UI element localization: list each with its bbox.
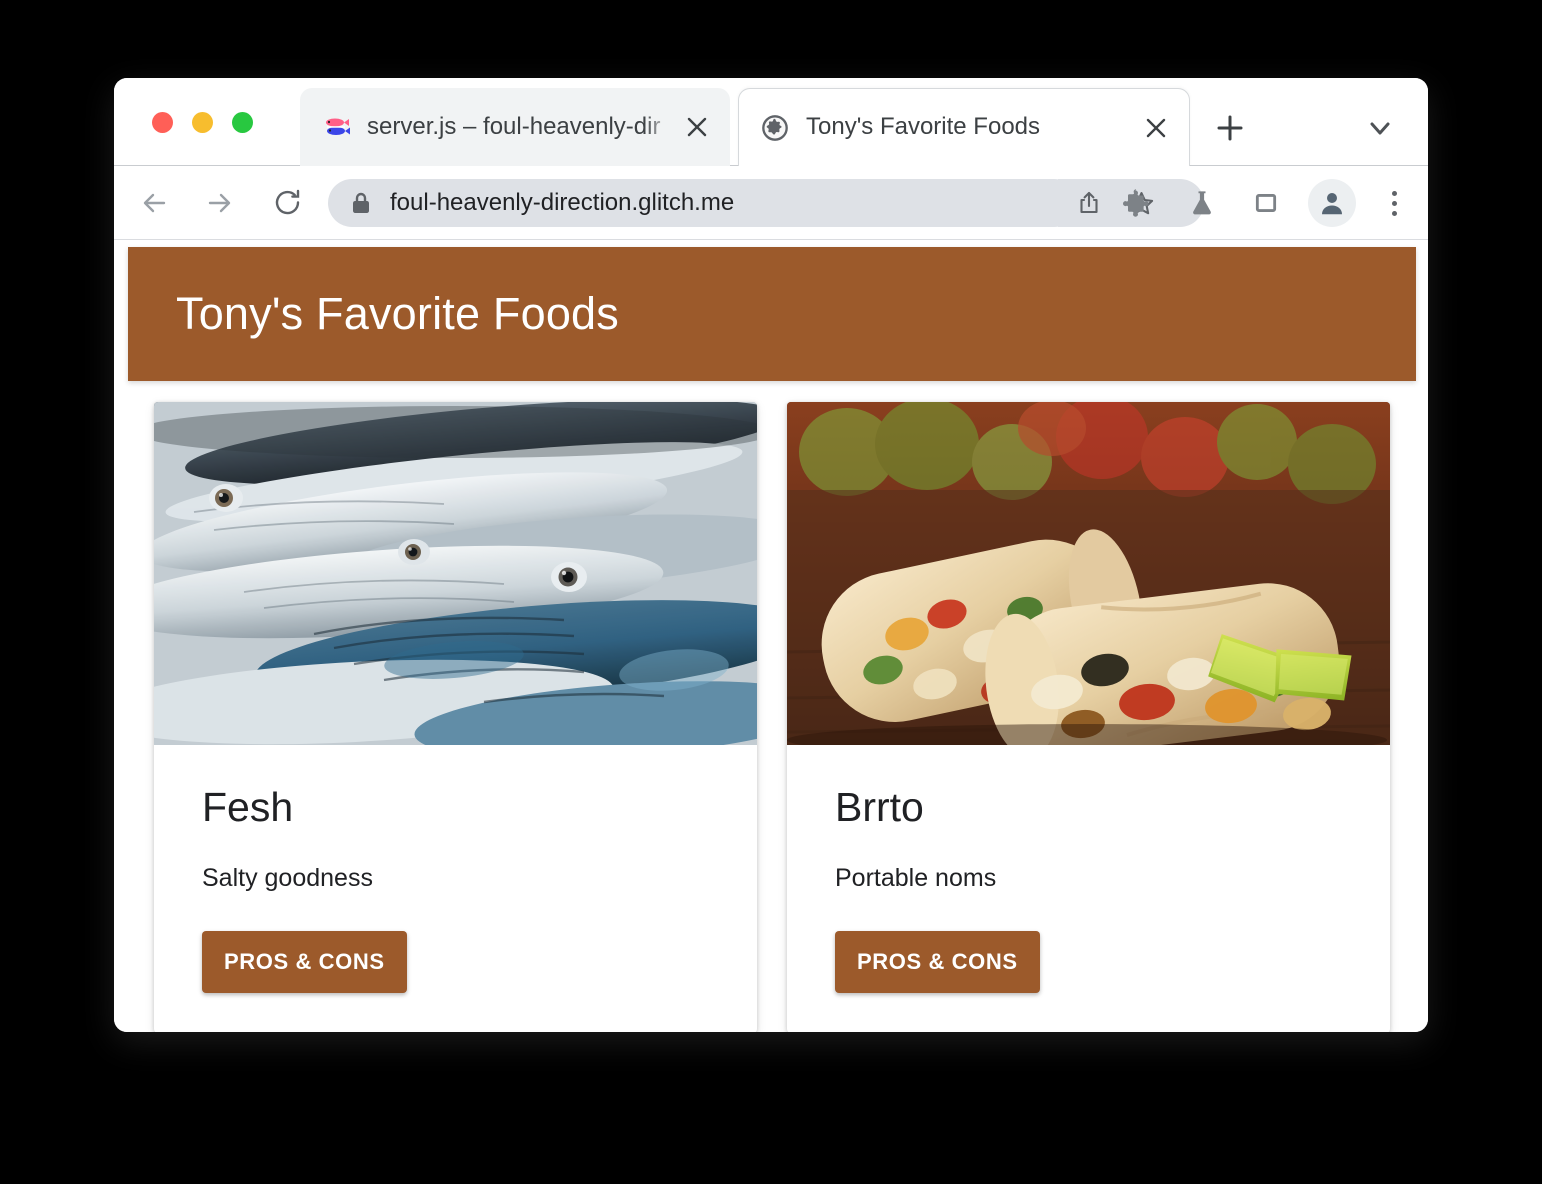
carp-streamer-icon bbox=[322, 113, 350, 141]
card-subtitle: Salty goodness bbox=[202, 864, 373, 893]
menu-dot bbox=[1391, 200, 1397, 206]
card-title: Brrto bbox=[835, 784, 924, 830]
browser-window: server.js – foul-heavenly-dir Tony's Fav… bbox=[114, 78, 1428, 1032]
pros-and-cons-button[interactable]: PROS & CONS bbox=[202, 931, 407, 994]
card-text-block: Fesh Salty goodness bbox=[154, 745, 757, 893]
new-tab-button[interactable] bbox=[1206, 104, 1254, 152]
food-card-grid: Fesh Salty goodness PROS & CONS Brrto Po… bbox=[154, 402, 1394, 1032]
site-header-banner: Tony's Favorite Foods bbox=[128, 247, 1416, 381]
tab-title: Tony's Favorite Foods bbox=[806, 113, 1041, 141]
tab-title: server.js – foul-heavenly-dir bbox=[367, 112, 661, 140]
toolbar-right-group bbox=[1116, 179, 1412, 227]
burrito-with-lime-photo bbox=[787, 402, 1390, 745]
url-text: foul-heavenly-direction.glitch.me bbox=[390, 189, 735, 216]
tab-tonys-favorite-foods[interactable]: Tony's Favorite Foods bbox=[738, 88, 1190, 166]
close-tab-button[interactable] bbox=[1131, 103, 1181, 153]
browser-toolbar: foul-heavenly-direction.glitch.me bbox=[114, 166, 1428, 240]
lock-icon bbox=[350, 191, 372, 215]
globe-icon bbox=[761, 114, 789, 142]
card-actions: PROS & CONS bbox=[154, 893, 757, 1032]
window-traffic-lights bbox=[152, 112, 253, 133]
fresh-mackerel-fish-photo bbox=[154, 402, 757, 745]
card-text-block: Brrto Portable noms bbox=[787, 745, 1390, 893]
minimize-window-button[interactable] bbox=[192, 112, 213, 133]
card-actions: PROS & CONS bbox=[787, 893, 1390, 1032]
puzzle-piece-icon[interactable] bbox=[1116, 181, 1160, 225]
pros-and-cons-button[interactable]: PROS & CONS bbox=[835, 931, 1040, 994]
food-card: Brrto Portable noms PROS & CONS bbox=[787, 402, 1390, 1032]
menu-dot bbox=[1391, 190, 1397, 196]
tab-strip: server.js – foul-heavenly-dir Tony's Fav… bbox=[114, 78, 1428, 166]
forward-arrow-icon[interactable] bbox=[196, 180, 242, 226]
share-icon[interactable] bbox=[1066, 180, 1112, 226]
page-title: Tony's Favorite Foods bbox=[176, 288, 619, 339]
side-panel-icon[interactable] bbox=[1244, 181, 1288, 225]
card-subtitle: Portable noms bbox=[835, 864, 997, 893]
address-bar[interactable]: foul-heavenly-direction.glitch.me bbox=[328, 179, 1078, 227]
flask-icon[interactable] bbox=[1180, 181, 1224, 225]
close-tab-button[interactable] bbox=[672, 102, 722, 152]
menu-dot bbox=[1391, 210, 1397, 216]
profile-avatar-icon[interactable] bbox=[1308, 179, 1356, 227]
food-card: Fesh Salty goodness PROS & CONS bbox=[154, 402, 757, 1032]
reload-icon[interactable] bbox=[264, 180, 310, 226]
back-arrow-icon[interactable] bbox=[132, 180, 178, 226]
three-dot-menu-icon[interactable] bbox=[1376, 181, 1412, 225]
close-window-button[interactable] bbox=[152, 112, 173, 133]
tab-server-js[interactable]: server.js – foul-heavenly-dir bbox=[300, 88, 730, 166]
card-title: Fesh bbox=[202, 784, 294, 830]
page-viewport: Tony's Favorite Foods Fesh Salty goodnes… bbox=[114, 240, 1428, 1032]
maximize-window-button[interactable] bbox=[232, 112, 253, 133]
chevron-down-icon[interactable] bbox=[1358, 106, 1402, 150]
